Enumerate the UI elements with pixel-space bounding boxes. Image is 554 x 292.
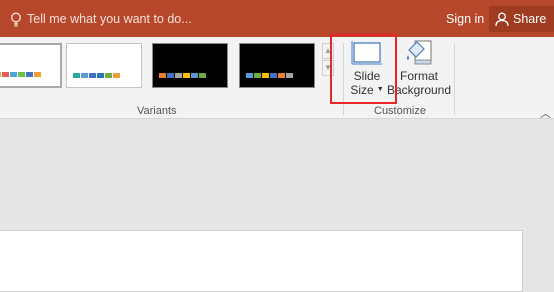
lightbulb-icon	[11, 12, 21, 27]
variant-swatches	[246, 73, 293, 78]
color-swatch	[191, 73, 198, 78]
ribbon: ▲ ▼ Variants Slide Size ▼ Format Backgro…	[0, 37, 554, 120]
person-icon	[495, 12, 509, 26]
color-swatch	[175, 73, 182, 78]
color-swatch	[270, 73, 277, 78]
color-swatch	[167, 73, 174, 78]
variant-thumbnail-1[interactable]	[0, 43, 62, 88]
color-swatch	[0, 72, 1, 77]
color-swatch	[73, 73, 80, 78]
sign-in-link[interactable]: Sign in	[446, 12, 484, 26]
color-swatch	[254, 73, 261, 78]
share-button[interactable]: Share	[489, 6, 554, 32]
color-swatch	[262, 73, 269, 78]
color-swatch	[10, 72, 17, 77]
variant-thumbnail-2[interactable]	[66, 43, 142, 88]
color-swatch	[199, 73, 206, 78]
color-swatch	[2, 72, 9, 77]
color-swatch	[113, 73, 120, 78]
share-label: Share	[513, 12, 547, 26]
variants-group-label: Variants	[137, 105, 177, 117]
variant-swatches	[159, 73, 206, 78]
slide-canvas[interactable]	[0, 230, 523, 292]
variant-thumbnail-4[interactable]	[239, 43, 315, 88]
format-background-button[interactable]: Format Background	[387, 37, 451, 97]
color-swatch	[246, 73, 253, 78]
color-swatch	[286, 73, 293, 78]
variant-swatches	[73, 73, 120, 78]
variant-thumbnail-3[interactable]	[152, 43, 228, 88]
color-swatch	[18, 72, 25, 77]
title-bar: Tell me what you want to do... Sign in S…	[0, 0, 554, 37]
color-swatch	[26, 72, 33, 77]
color-swatch	[97, 73, 104, 78]
color-swatch	[81, 73, 88, 78]
customize-group-label: Customize	[374, 105, 426, 117]
color-swatch	[89, 73, 96, 78]
format-background-icon	[407, 40, 432, 65]
group-divider	[454, 43, 455, 115]
color-swatch	[34, 72, 41, 77]
tell-me-text: Tell me what you want to do...	[27, 12, 192, 26]
variant-swatches	[0, 72, 41, 77]
color-swatch	[278, 73, 285, 78]
color-swatch	[183, 73, 190, 78]
color-swatch	[105, 73, 112, 78]
color-swatch	[159, 73, 166, 78]
tell-me-search[interactable]: Tell me what you want to do...	[10, 11, 192, 27]
highlight-box	[330, 34, 397, 104]
